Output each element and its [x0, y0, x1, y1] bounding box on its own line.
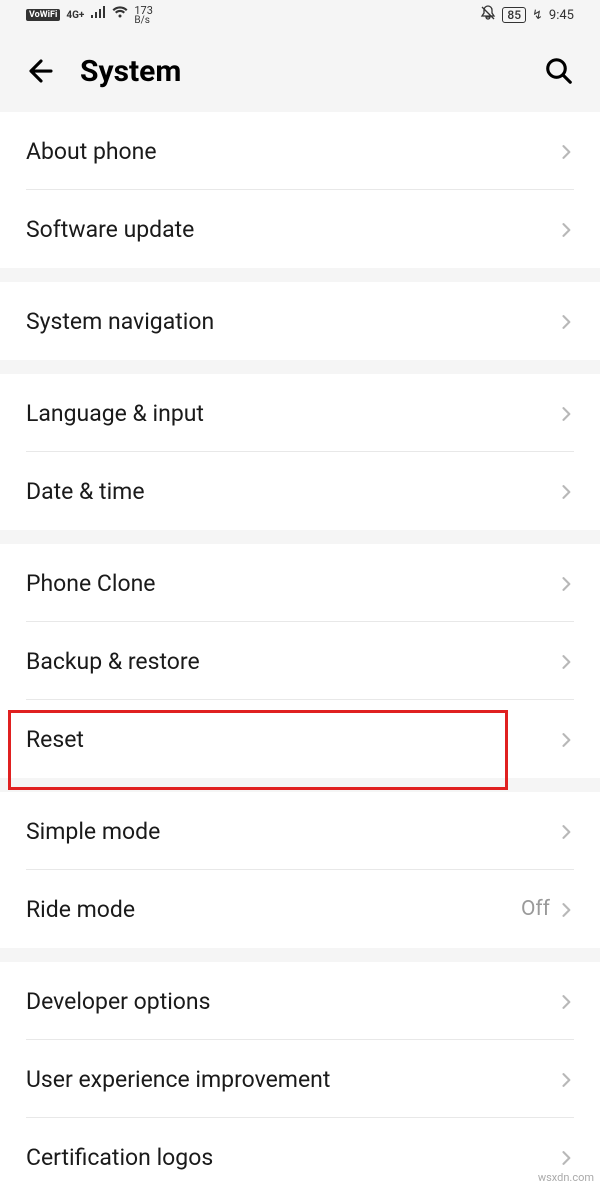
chevron-right-icon — [560, 1150, 574, 1164]
settings-row-phone-clone[interactable]: Phone Clone — [0, 544, 600, 622]
chevron-right-icon — [560, 824, 574, 838]
settings-row-reset[interactable]: Reset — [0, 700, 600, 778]
wifi-icon — [112, 5, 128, 25]
settings-row-about-phone[interactable]: About phone — [0, 112, 600, 190]
row-label: User experience improvement — [26, 1066, 560, 1093]
row-label: About phone — [26, 138, 560, 165]
row-label: System navigation — [26, 308, 560, 335]
settings-row-language-input[interactable]: Language & input — [0, 374, 600, 452]
row-label: Ride mode — [26, 896, 521, 923]
chevron-right-icon — [560, 732, 574, 746]
battery-indicator: 85 — [502, 7, 526, 23]
settings-group: Simple mode Ride modeOff — [0, 792, 600, 948]
settings-group: About phone Software update — [0, 112, 600, 268]
row-label: Phone Clone — [26, 570, 560, 597]
settings-row-ride-mode[interactable]: Ride modeOff — [0, 870, 600, 948]
app-header: System — [0, 30, 600, 112]
signal-icon — [90, 5, 106, 25]
row-value: Off — [521, 897, 550, 921]
status-left: VoWiFi 4G+ 173 B/s — [26, 5, 153, 26]
chevron-right-icon — [560, 314, 574, 328]
settings-row-software-update[interactable]: Software update — [0, 190, 600, 268]
chevron-right-icon — [560, 994, 574, 1008]
row-label: Language & input — [26, 400, 560, 427]
row-label: Software update — [26, 216, 560, 243]
settings-row-system-navigation[interactable]: System navigation — [0, 282, 600, 360]
settings-row-certification-logos[interactable]: Certification logos — [0, 1118, 600, 1196]
row-label: Certification logos — [26, 1144, 560, 1171]
dnd-icon — [480, 5, 496, 25]
charging-icon: ↯ — [532, 8, 543, 23]
settings-row-simple-mode[interactable]: Simple mode — [0, 792, 600, 870]
settings-row-date-time[interactable]: Date & time — [0, 452, 600, 530]
chevron-right-icon — [560, 902, 574, 916]
settings-row-developer-options[interactable]: Developer options — [0, 962, 600, 1040]
row-label: Date & time — [26, 478, 560, 505]
status-right: 85 ↯ 9:45 — [480, 5, 574, 25]
back-button[interactable] — [22, 52, 60, 90]
data-rate: 173 B/s — [134, 5, 153, 26]
clock: 9:45 — [549, 8, 574, 23]
row-label: Developer options — [26, 988, 560, 1015]
settings-group: System navigation — [0, 282, 600, 360]
chevron-right-icon — [560, 1072, 574, 1086]
settings-group: Developer options User experience improve… — [0, 962, 600, 1196]
page-title: System — [80, 54, 540, 89]
vowifi-badge: VoWiFi — [26, 9, 60, 21]
row-label: Backup & restore — [26, 648, 560, 675]
settings-group: Phone Clone Backup & restore Reset — [0, 544, 600, 778]
chevron-right-icon — [560, 222, 574, 236]
chevron-right-icon — [560, 144, 574, 158]
watermark: wsxdn.com — [538, 1171, 594, 1184]
settings-row-backup-restore[interactable]: Backup & restore — [0, 622, 600, 700]
row-label: Reset — [26, 726, 560, 753]
network-indicator: 4G+ — [66, 10, 84, 21]
status-bar: VoWiFi 4G+ 173 B/s 85 ↯ 9:45 — [0, 0, 600, 30]
chevron-right-icon — [560, 406, 574, 420]
settings-row-user-experience[interactable]: User experience improvement — [0, 1040, 600, 1118]
chevron-right-icon — [560, 484, 574, 498]
search-button[interactable] — [540, 52, 578, 90]
settings-group: Language & input Date & time — [0, 374, 600, 530]
chevron-right-icon — [560, 654, 574, 668]
row-label: Simple mode — [26, 818, 560, 845]
chevron-right-icon — [560, 576, 574, 590]
